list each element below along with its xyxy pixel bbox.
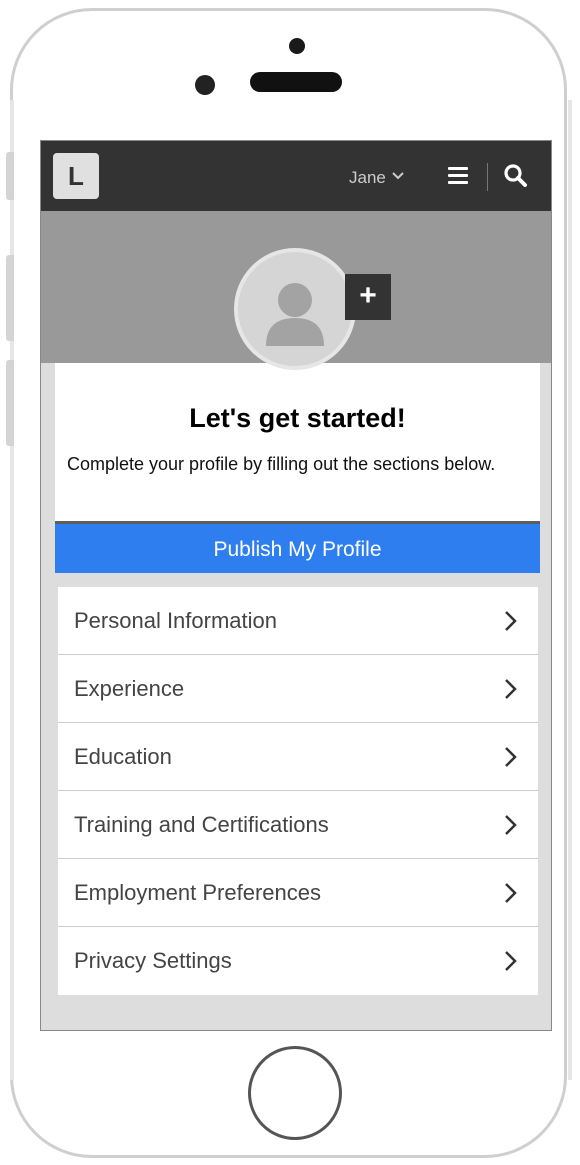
app-logo[interactable]: L <box>53 153 99 199</box>
publish-profile-button[interactable]: Publish My Profile <box>55 521 540 573</box>
section-education[interactable]: Education <box>58 723 538 791</box>
list-item-label: Experience <box>74 676 185 701</box>
list-item-label: Privacy Settings <box>74 948 232 973</box>
chevron-right-icon <box>505 951 517 971</box>
chevron-right-icon <box>505 883 517 903</box>
list-item-label: Training and Certifications <box>74 812 329 837</box>
toolbar-divider <box>487 163 488 191</box>
list-item-label: Personal Information <box>74 608 277 633</box>
section-privacy-settings[interactable]: Privacy Settings <box>58 927 538 995</box>
proximity-sensor <box>195 75 215 95</box>
welcome-card: Let's get started! Complete your profile… <box>55 363 540 521</box>
mute-switch <box>6 152 14 200</box>
page-subtitle: Complete your profile by filling out the… <box>67 454 496 474</box>
hamburger-menu-icon[interactable] <box>448 167 468 185</box>
profile-sections-list: Personal Information Experience Educatio… <box>58 587 538 995</box>
phone-edge-left <box>10 100 14 1080</box>
volume-down-button <box>6 360 14 446</box>
volume-up-button <box>6 255 14 341</box>
earpiece-speaker <box>250 72 342 92</box>
chevron-right-icon <box>505 747 517 767</box>
phone-edge-right <box>568 100 572 1080</box>
chevron-right-icon <box>505 815 517 835</box>
list-item-label: Education <box>74 744 172 769</box>
chevron-right-icon <box>505 679 517 699</box>
section-training-and-certifications[interactable]: Training and Certifications <box>58 791 538 859</box>
search-icon[interactable] <box>503 163 529 189</box>
user-name: Jane <box>349 168 386 187</box>
section-experience[interactable]: Experience <box>58 655 538 723</box>
user-avatar-icon[interactable] <box>234 248 356 370</box>
add-photo-button[interactable]: + <box>345 274 391 320</box>
user-menu-dropdown[interactable]: Jane <box>349 165 404 188</box>
chevron-right-icon <box>505 611 517 631</box>
top-navigation-bar: L Jane <box>41 141 551 211</box>
section-employment-preferences[interactable]: Employment Preferences <box>58 859 538 927</box>
section-personal-information[interactable]: Personal Information <box>58 587 538 655</box>
page-title: Let's get started! <box>189 403 406 433</box>
home-button[interactable] <box>248 1046 342 1140</box>
list-item-label: Employment Preferences <box>74 880 321 905</box>
front-camera <box>289 38 305 54</box>
app-screen: L Jane Let's get started! Complete your … <box>40 140 552 1031</box>
chevron-down-icon <box>392 165 404 185</box>
